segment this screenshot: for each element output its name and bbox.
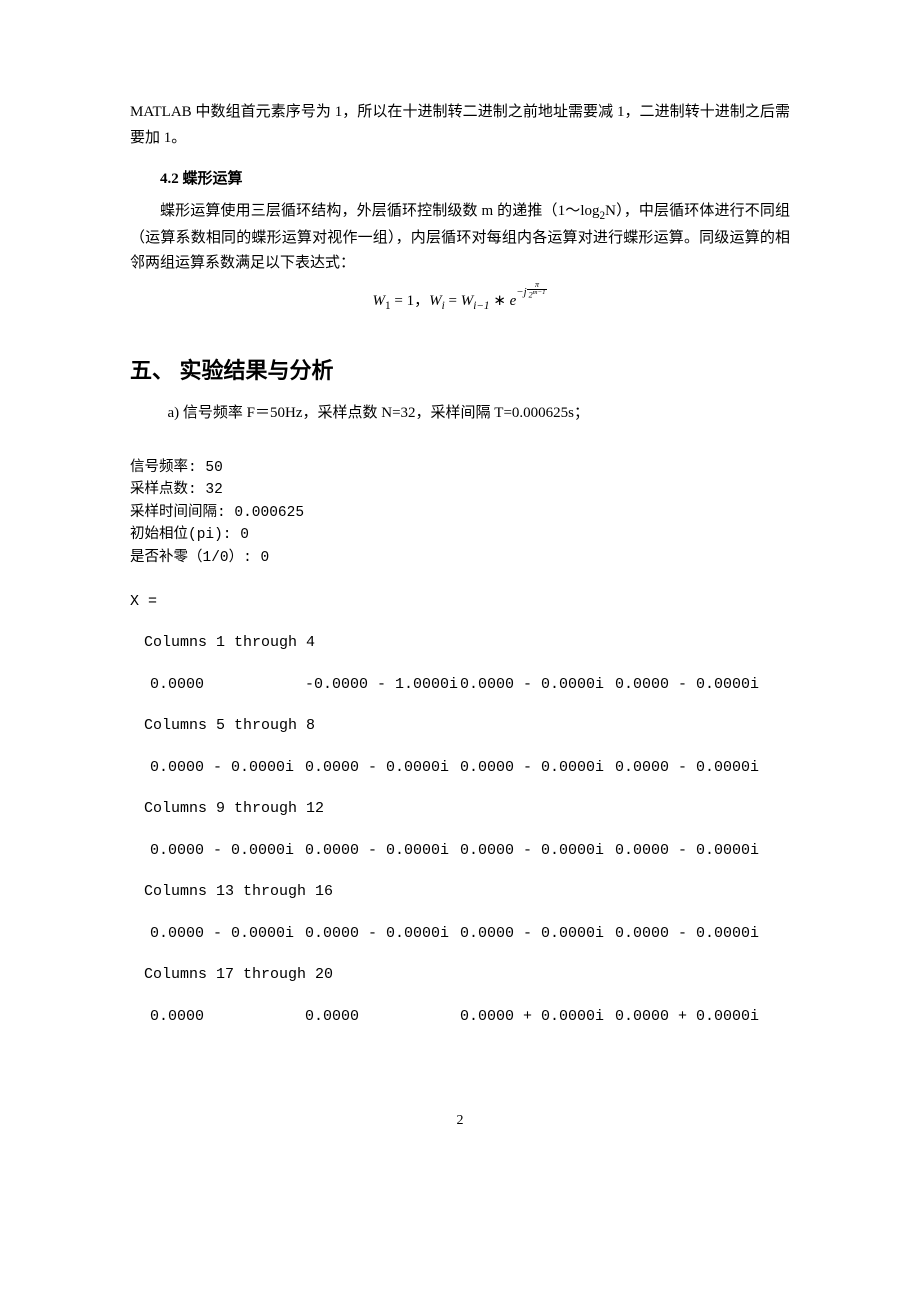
- val-freq: 50: [205, 460, 222, 476]
- cell: 0.0000 - 0.0000i: [150, 755, 305, 781]
- cell: 0.0000 - 0.0000i: [460, 838, 615, 864]
- input-samples: 采样点数: 32: [130, 479, 790, 501]
- frac-bottom: 2m−1: [527, 290, 548, 300]
- cell: 0.0000 + 0.0000i: [460, 1004, 615, 1030]
- cell: 0.0000 - 0.0000i: [150, 921, 305, 947]
- num-row-1: 0.0000 - 0.0000i 0.0000 - 0.0000i 0.0000…: [150, 755, 790, 781]
- cell: 0.0000: [305, 1004, 460, 1030]
- intro-paragraph: MATLAB 中数组首元素序号为 1，所以在十进制转二进制之前地址需要减 1，二…: [130, 100, 790, 151]
- input-freq: 信号频率: 50: [130, 457, 790, 479]
- section-5-title: 五、 实验结果与分析: [130, 352, 790, 389]
- cell: -0.0000 - 1.0000i: [305, 672, 460, 698]
- num-row-4: 0.0000 0.0000 0.0000 + 0.0000i 0.0000 + …: [150, 1004, 790, 1030]
- cell: 0.0000 - 0.0000i: [460, 755, 615, 781]
- f-exp-prefix: −j: [516, 286, 526, 298]
- f-eq1: = 1，: [391, 293, 429, 309]
- cols-header-4: Columns 17 through 20: [144, 962, 790, 988]
- section-4-2-body: 蝶形运算使用三层循环结构，外层循环控制级数 m 的递推（1～log2N），中层循…: [130, 199, 790, 277]
- f-wi1: W: [461, 293, 474, 309]
- frac-exp: m−1: [533, 289, 546, 296]
- f-eq2: =: [445, 293, 461, 309]
- cell: 0.0000 - 0.0000i: [305, 921, 460, 947]
- f-wi1-sub: i−1: [473, 300, 489, 312]
- console-input-block: 信号频率: 50 采样点数: 32 采样时间间隔: 0.000625 初始相位(…: [130, 457, 790, 569]
- f-exponent: −jπ2m−1: [516, 286, 547, 298]
- cols-header-1: Columns 5 through 8: [144, 713, 790, 739]
- cell: 0.0000 - 0.0000i: [615, 672, 770, 698]
- cell: 0.0000 - 0.0000i: [150, 838, 305, 864]
- label-phase: 初始相位(pi):: [130, 527, 240, 543]
- cell: 0.0000 - 0.0000i: [460, 672, 615, 698]
- cell: 0.0000: [150, 672, 305, 698]
- val-interval: 0.000625: [234, 505, 304, 521]
- cell: 0.0000 - 0.0000i: [615, 755, 770, 781]
- cell: 0.0000 - 0.0000i: [615, 921, 770, 947]
- f-wi: W: [429, 293, 442, 309]
- cell: 0.0000: [150, 1004, 305, 1030]
- matlab-output-block: X = Columns 1 through 4 0.0000 -0.0000 -…: [130, 589, 790, 1030]
- f-w1: W: [373, 293, 386, 309]
- input-interval: 采样时间间隔: 0.000625: [130, 502, 790, 524]
- label-zeropad: 是否补零（1/0）:: [130, 550, 261, 566]
- cols-header-3: Columns 13 through 16: [144, 879, 790, 905]
- label-freq: 信号频率:: [130, 460, 205, 476]
- cols-header-2: Columns 9 through 12: [144, 796, 790, 822]
- num-row-2: 0.0000 - 0.0000i 0.0000 - 0.0000i 0.0000…: [150, 838, 790, 864]
- cell: 0.0000 - 0.0000i: [305, 755, 460, 781]
- num-row-0: 0.0000 -0.0000 - 1.0000i 0.0000 - 0.0000…: [150, 672, 790, 698]
- input-zeropad: 是否补零（1/0）: 0: [130, 547, 790, 569]
- item-a: a) 信号频率 F＝50Hz，采样点数 N=32，采样间隔 T=0.000625…: [168, 401, 791, 427]
- val-zeropad: 0: [261, 550, 270, 566]
- section-4-2-heading: 4.2 蝶形运算: [130, 167, 790, 193]
- cell: 0.0000 - 0.0000i: [305, 838, 460, 864]
- num-row-3: 0.0000 - 0.0000i 0.0000 - 0.0000i 0.0000…: [150, 921, 790, 947]
- para-text-part1: 蝶形运算使用三层循环结构，外层循环控制级数 m 的递推（1～log: [160, 203, 600, 219]
- val-samples: 32: [205, 482, 222, 498]
- f-fraction: π2m−1: [527, 281, 548, 300]
- cell: 0.0000 - 0.0000i: [460, 921, 615, 947]
- input-phase: 初始相位(pi): 0: [130, 524, 790, 546]
- val-phase: 0: [240, 527, 249, 543]
- f-times: ∗: [490, 293, 510, 309]
- cell: 0.0000 + 0.0000i: [615, 1004, 770, 1030]
- page-number: 2: [130, 1109, 790, 1133]
- butterfly-formula: W1 = 1，Wi = Wi−1 ∗ e−jπ2m−1: [130, 287, 790, 316]
- cols-header-0: Columns 1 through 4: [144, 630, 790, 656]
- label-samples: 采样点数:: [130, 482, 205, 498]
- cell: 0.0000 - 0.0000i: [615, 838, 770, 864]
- label-interval: 采样时间间隔:: [130, 505, 234, 521]
- output-var: X =: [130, 589, 790, 615]
